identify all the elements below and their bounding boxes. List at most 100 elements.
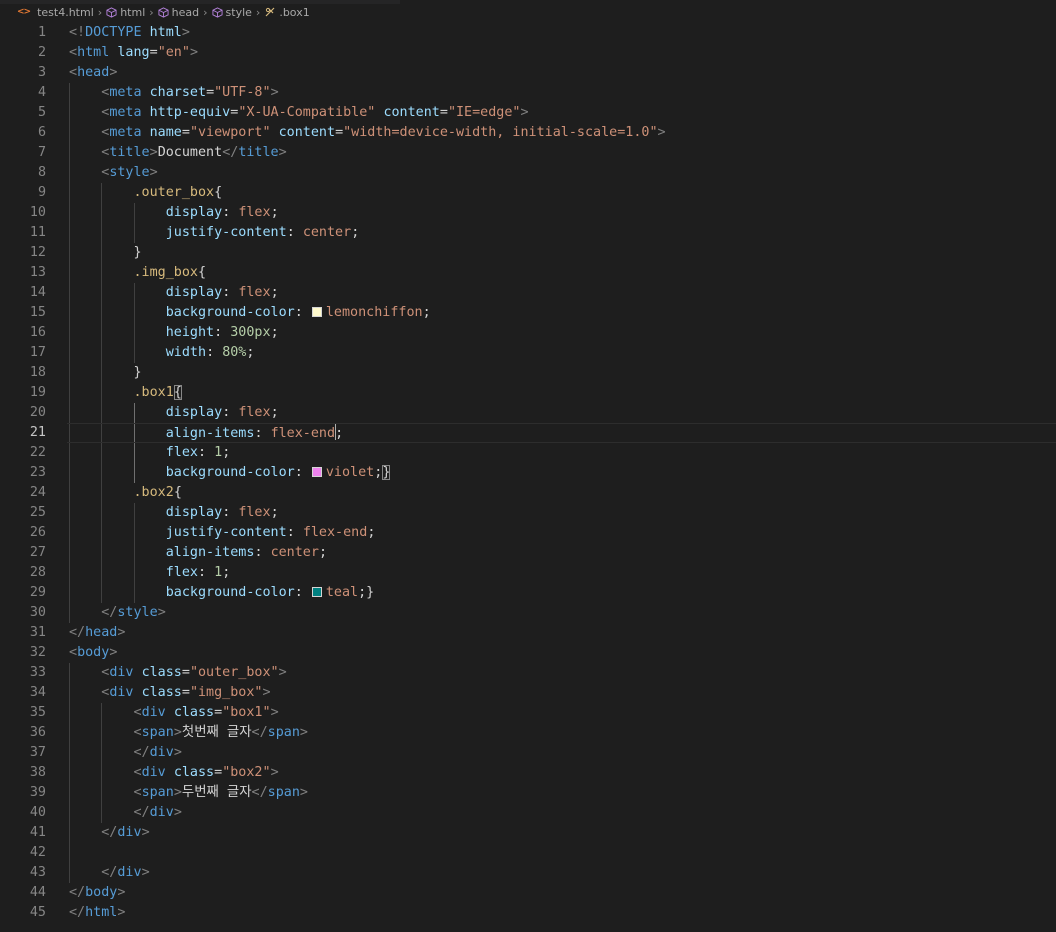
chevron-right-icon: › bbox=[97, 5, 103, 19]
code-line[interactable]: .outer_box{ bbox=[69, 183, 1056, 203]
code-line[interactable]: .img_box{ bbox=[69, 263, 1056, 283]
code-token: head bbox=[77, 65, 110, 80]
code-token: > bbox=[157, 605, 166, 620]
code-token: flex bbox=[238, 405, 271, 420]
code-token: "X-UA-Compatible" bbox=[238, 105, 376, 120]
code-token: div bbox=[109, 665, 134, 680]
code-line[interactable]: <meta name="viewport" content="width=dev… bbox=[69, 123, 1056, 143]
code-line[interactable]: <span>두번째 글자</span> bbox=[69, 783, 1056, 803]
code-line[interactable]: <head> bbox=[69, 63, 1056, 83]
code-line[interactable]: background-color: teal;} bbox=[69, 583, 1056, 603]
line-number: 39 bbox=[29, 785, 46, 800]
code-token: flex-end bbox=[270, 426, 336, 441]
code-token: : bbox=[198, 565, 215, 580]
color-swatch-icon[interactable] bbox=[311, 587, 322, 597]
code-line[interactable]: justify-content: flex-end; bbox=[69, 523, 1056, 543]
breadcrumb-item-head[interactable]: head bbox=[158, 6, 199, 19]
code-token: = bbox=[149, 45, 158, 60]
code-line[interactable]: <meta http-equiv="X-UA-Compatible" conte… bbox=[69, 103, 1056, 123]
breadcrumb-item-html[interactable]: html bbox=[106, 6, 145, 19]
code-token: style bbox=[117, 605, 158, 620]
line-number: 20 bbox=[29, 405, 46, 420]
code-token: > bbox=[117, 885, 126, 900]
code-token: : bbox=[254, 426, 271, 441]
code-token: span bbox=[267, 785, 300, 800]
color-swatch-icon[interactable] bbox=[311, 307, 322, 317]
code-line[interactable]: justify-content: center; bbox=[69, 223, 1056, 243]
code-line[interactable]: <div class="img_box"> bbox=[69, 683, 1056, 703]
code-line[interactable]: display: flex; bbox=[69, 283, 1056, 303]
code-line[interactable]: .box2{ bbox=[69, 483, 1056, 503]
chevron-right-icon: › bbox=[203, 5, 208, 19]
chevron-right-icon: › bbox=[255, 5, 261, 19]
line-number: 36 bbox=[29, 725, 46, 740]
code-token: > bbox=[299, 785, 308, 800]
code-line[interactable]: </div> bbox=[69, 823, 1056, 843]
code-line[interactable]: <html lang="en"> bbox=[69, 43, 1056, 63]
code-line[interactable]: <div class="box2"> bbox=[69, 763, 1056, 783]
code-line[interactable]: background-color: lemonchiffon; bbox=[69, 303, 1056, 323]
code-line[interactable]: <div class="outer_box"> bbox=[69, 663, 1056, 683]
code-line[interactable]: </div> bbox=[69, 863, 1056, 883]
code-token: </ bbox=[69, 885, 86, 900]
code-line[interactable] bbox=[69, 843, 1056, 863]
code-line[interactable]: display: flex; bbox=[69, 403, 1056, 423]
code-line[interactable]: </body> bbox=[69, 883, 1056, 903]
code-line[interactable]: flex: 1; bbox=[69, 443, 1056, 463]
code-line[interactable]: <!DOCTYPE html> bbox=[69, 23, 1056, 43]
code-line[interactable]: height: 300px; bbox=[69, 323, 1056, 343]
breadcrumb-item-style[interactable]: style bbox=[211, 6, 252, 19]
code-line[interactable]: .box1{ bbox=[69, 383, 1056, 403]
code-line[interactable]: <div class="box1"> bbox=[69, 703, 1056, 723]
code-line[interactable]: width: 80%; bbox=[69, 343, 1056, 363]
code-token: "en" bbox=[157, 45, 190, 60]
code-line[interactable]: flex: 1; bbox=[69, 563, 1056, 583]
code-token: 80% bbox=[222, 345, 247, 360]
code-token: span bbox=[267, 725, 300, 740]
code-line[interactable]: <style> bbox=[69, 163, 1056, 183]
code-editor[interactable]: <> test4.html › html › head › style › .b… bbox=[0, 0, 1056, 932]
code-token: > bbox=[270, 765, 279, 780]
code-line[interactable]: } bbox=[69, 243, 1056, 263]
code-token: > bbox=[173, 805, 182, 820]
code-token: div bbox=[149, 805, 174, 820]
code-token: : bbox=[254, 545, 271, 560]
code-line[interactable]: </div> bbox=[69, 803, 1056, 823]
breadcrumb-item-file[interactable]: <> test4.html bbox=[17, 6, 94, 19]
code-token: background-color bbox=[165, 305, 295, 320]
code-token: div bbox=[149, 745, 174, 760]
code-token: html bbox=[85, 905, 118, 920]
code-token: 1 bbox=[214, 445, 223, 460]
code-line[interactable]: display: flex; bbox=[69, 203, 1056, 223]
code-line[interactable]: <body> bbox=[69, 643, 1056, 663]
code-token: style bbox=[109, 165, 150, 180]
color-swatch-icon[interactable] bbox=[311, 467, 322, 477]
code-token: : bbox=[286, 525, 303, 540]
code-token: = bbox=[214, 765, 223, 780]
code-line[interactable]: <title>Document</title> bbox=[69, 143, 1056, 163]
code-line[interactable]: </head> bbox=[69, 623, 1056, 643]
code-line[interactable]: } bbox=[69, 363, 1056, 383]
line-number: 35 bbox=[29, 705, 46, 720]
breadcrumb-item-selector[interactable]: .box1 bbox=[264, 6, 310, 19]
code-line[interactable]: <span>첫번째 글자</span> bbox=[69, 723, 1056, 743]
code-line[interactable]: </html> bbox=[69, 903, 1056, 923]
code-line[interactable]: display: flex; bbox=[69, 503, 1056, 523]
current-code-line[interactable]: align-items: flex-end; bbox=[67, 423, 1056, 443]
code-line[interactable]: </div> bbox=[69, 743, 1056, 763]
code-line[interactable]: <meta charset="UTF-8"> bbox=[69, 83, 1056, 103]
code-line[interactable]: align-items: center; bbox=[69, 543, 1056, 563]
code-area[interactable]: <!DOCTYPE html> <html lang="en"> <head> <m… bbox=[67, 23, 1056, 923]
code-line[interactable]: background-color: violet;} bbox=[69, 463, 1056, 483]
css-selector-icon bbox=[264, 6, 276, 18]
code-line[interactable]: </style> bbox=[69, 603, 1056, 623]
code-token: charset bbox=[149, 85, 207, 100]
